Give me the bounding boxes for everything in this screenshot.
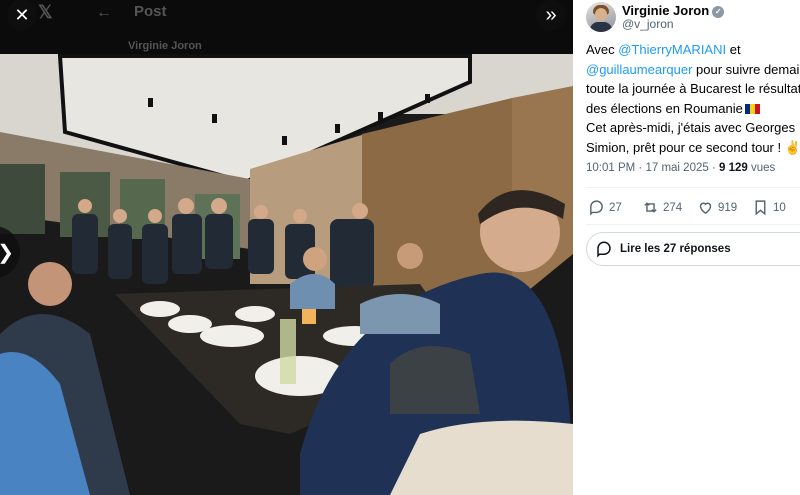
bookmark-button[interactable]: 10 [752,199,786,216]
tweet-line: Simion, prêt pour ce second tour ! ✌ [586,139,800,155]
divider [586,224,800,225]
photo-illustration [0,54,573,495]
viewer-top-bar: ← Post 𝕏 Virginie Joron [0,0,573,54]
tweet-date[interactable]: 17 mai 2025 [645,162,708,174]
views-label: vues [747,162,776,174]
close-button[interactable]: ✕ [7,0,37,30]
tweet-text: Avec @ThierryMARIANI et @guillaumearquer… [586,40,800,157]
ghost-page-title: Post [134,3,167,20]
divider [586,187,800,188]
read-replies-label: Lire les 27 réponses [620,243,731,255]
reply-icon [590,200,603,216]
verified-badge-icon: ✓ [712,6,725,18]
avatar[interactable] [586,2,616,32]
reply-bubble-icon [597,241,611,258]
mention-link[interactable]: @ThierryMARIANI [618,42,726,57]
repost-button[interactable]: 274 [642,199,682,216]
views-count: 9 129 [719,162,748,174]
read-replies-button[interactable]: Lire les 27 réponses [586,232,800,266]
tweet-text-fragment: pour suivre demain [692,61,800,77]
repost-icon [644,202,657,213]
ghost-author-name: Virginie Joron [128,40,202,52]
tweet-line: des élections en Roumanie [586,100,743,116]
author-name[interactable]: Virginie Joron [622,3,709,18]
reply-count: 27 [609,201,622,214]
chevron-left-icon: ❯ [0,240,14,265]
meta-separator: · [635,162,646,174]
tweet-line: toute la journée à Bucarest le résultat [586,81,800,96]
close-icon: ✕ [14,4,30,25]
meta-separator: · [708,162,719,174]
tweet-photo[interactable] [0,54,573,495]
repost-count: 274 [663,201,683,214]
x-logo-icon: 𝕏 [38,2,53,22]
tweet-time[interactable]: 10:01 PM [586,162,635,174]
flag-stripe-red [754,103,760,114]
back-arrow-icon: ← [96,4,112,21]
like-button[interactable]: 919 [697,199,737,216]
romania-flag-icon [744,100,760,114]
tweet-text-fragment: et [726,42,741,57]
tweet-line: Cet après-midi, j'étais avec Georges [586,120,796,135]
reply-button[interactable]: 27 [588,199,622,216]
mention-link[interactable]: @guillaumearquer [586,62,692,77]
author-handle[interactable]: @v_joron [622,17,674,31]
collapse-panel-button[interactable]: » [536,0,566,30]
author-name-row[interactable]: Virginie Joron ✓ [622,3,725,18]
bookmark-icon [755,200,766,216]
heart-icon [699,202,712,215]
tweet-meta: 10:01 PM · 17 mai 2025 · 9 129 vues [586,162,775,174]
like-count: 919 [718,201,738,214]
tweet-actions: 27 274 919 10 [588,199,800,217]
media-viewer: ← Post 𝕏 Virginie Joron ✕ » [0,0,573,495]
tweet-text-fragment: Avec [586,42,619,57]
bookmark-count: 10 [773,201,786,214]
double-chevron-right-icon: » [545,3,557,26]
